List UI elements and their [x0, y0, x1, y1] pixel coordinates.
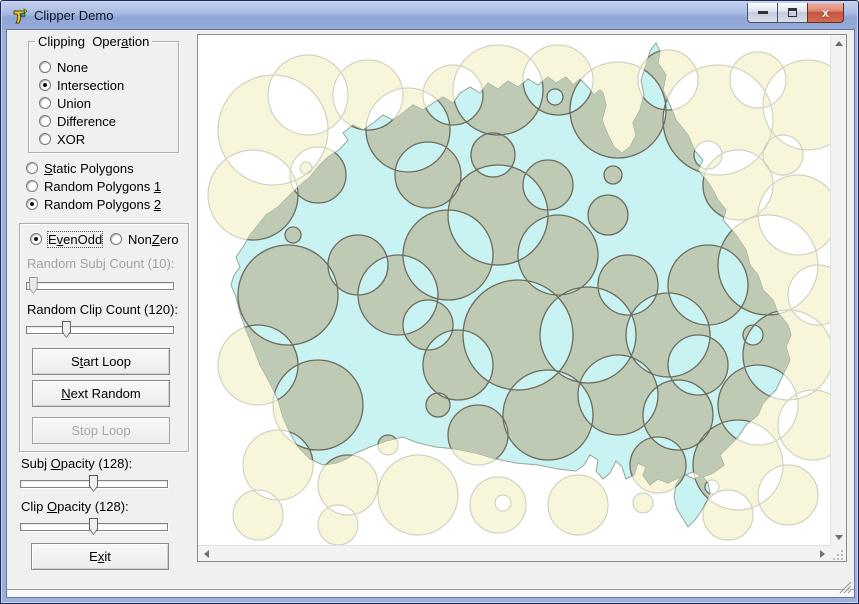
radio-nonzero[interactable]: NonZero — [110, 231, 179, 247]
radio-none[interactable]: None — [39, 59, 88, 75]
subj-opacity-slider — [19, 474, 171, 494]
clip-opacity-label: Clip Opacity (128): — [21, 499, 129, 514]
radio-random-polygons-2[interactable]: Random Polygons 2 — [26, 196, 161, 212]
radio-circle-icon[interactable] — [110, 233, 122, 245]
slider-thumb[interactable] — [89, 475, 98, 492]
scroll-down-button[interactable] — [831, 529, 847, 545]
client-area: Clipping Operation None Intersection Uni… — [7, 30, 854, 597]
maximize-button[interactable] — [777, 3, 808, 23]
scroll-right-button[interactable] — [814, 546, 830, 562]
slider-channel[interactable] — [26, 326, 174, 334]
radio-circle-icon[interactable] — [39, 133, 51, 145]
radio-xor[interactable]: XOR — [39, 131, 85, 147]
status-strip — [7, 590, 854, 597]
subj-count-label: Random Subj Count (10): — [27, 256, 175, 271]
corner-grip-icon — [833, 550, 843, 560]
radio-difference[interactable]: Difference — [39, 113, 116, 129]
next-random-button[interactable]: Next Random — [32, 380, 170, 407]
radio-circle-icon[interactable] — [39, 61, 51, 73]
vertical-scrollbar[interactable] — [830, 35, 846, 545]
radio-circle-icon[interactable] — [39, 97, 51, 109]
radio-union[interactable]: Union — [39, 95, 91, 111]
subj-opacity-label: Subj Opacity (128): — [21, 456, 133, 471]
slider-thumb[interactable] — [89, 518, 98, 535]
radio-circle-icon[interactable] — [26, 180, 38, 192]
scroll-left-button[interactable] — [198, 546, 214, 562]
close-button[interactable]: x — [807, 3, 844, 23]
clipping-result-drawing — [198, 35, 830, 545]
arrow-left-icon — [203, 550, 209, 558]
radio-intersection[interactable]: Intersection — [39, 77, 124, 93]
stop-loop-button: Stop Loop — [32, 417, 170, 444]
titlebar[interactable]: Clipper Demo x — [2, 2, 857, 30]
radio-circle-icon[interactable] — [30, 233, 42, 245]
slider-thumb[interactable] — [61, 321, 71, 338]
maximize-icon — [788, 8, 797, 17]
arrow-down-icon — [835, 534, 843, 540]
resize-grip-icon[interactable] — [836, 578, 852, 594]
horizontal-scrollbar[interactable] — [198, 545, 830, 561]
radio-static-polygons[interactable]: Static Polygons — [26, 160, 134, 176]
radio-circle-icon[interactable] — [39, 79, 51, 91]
window-title: Clipper Demo — [34, 8, 114, 23]
start-loop-button[interactable]: St art Loop — [32, 348, 170, 375]
clipping-operation-caption: Clipping Operation — [35, 34, 153, 49]
exit-button[interactable]: Ex it — [31, 543, 169, 570]
scroll-up-button[interactable] — [831, 35, 847, 51]
radio-circle-icon[interactable] — [26, 162, 38, 174]
map-canvas — [198, 35, 830, 545]
radio-circle-icon[interactable] — [26, 198, 38, 210]
scrollbar-corner — [830, 545, 846, 561]
subj-count-slider — [25, 276, 177, 296]
random-controls-panel: EvenOdd NonZero Random Subj Count (10): … — [19, 223, 189, 452]
arrow-up-icon — [835, 40, 843, 46]
clip-count-slider — [25, 320, 177, 340]
slider-channel[interactable] — [26, 282, 174, 290]
slider-thumb[interactable] — [28, 277, 38, 294]
minimize-button[interactable] — [747, 3, 778, 23]
minimize-icon — [757, 11, 768, 14]
close-icon: x — [822, 5, 829, 20]
radio-random-polygons-1[interactable]: Random Polygons 1 — [26, 178, 161, 194]
map-panel — [197, 34, 847, 562]
app-window: Clipper Demo x Clipping Operation None I… — [0, 0, 859, 604]
clipping-operation-group: Clipping Operation None Intersection Uni… — [28, 34, 179, 153]
arrow-right-icon — [819, 550, 825, 558]
radio-evenodd[interactable]: EvenOdd — [30, 230, 104, 248]
clip-opacity-slider — [19, 517, 171, 537]
app-icon — [13, 8, 28, 24]
clip-count-label: Random Clip Count (120): — [27, 302, 179, 317]
radio-circle-icon[interactable] — [39, 115, 51, 127]
